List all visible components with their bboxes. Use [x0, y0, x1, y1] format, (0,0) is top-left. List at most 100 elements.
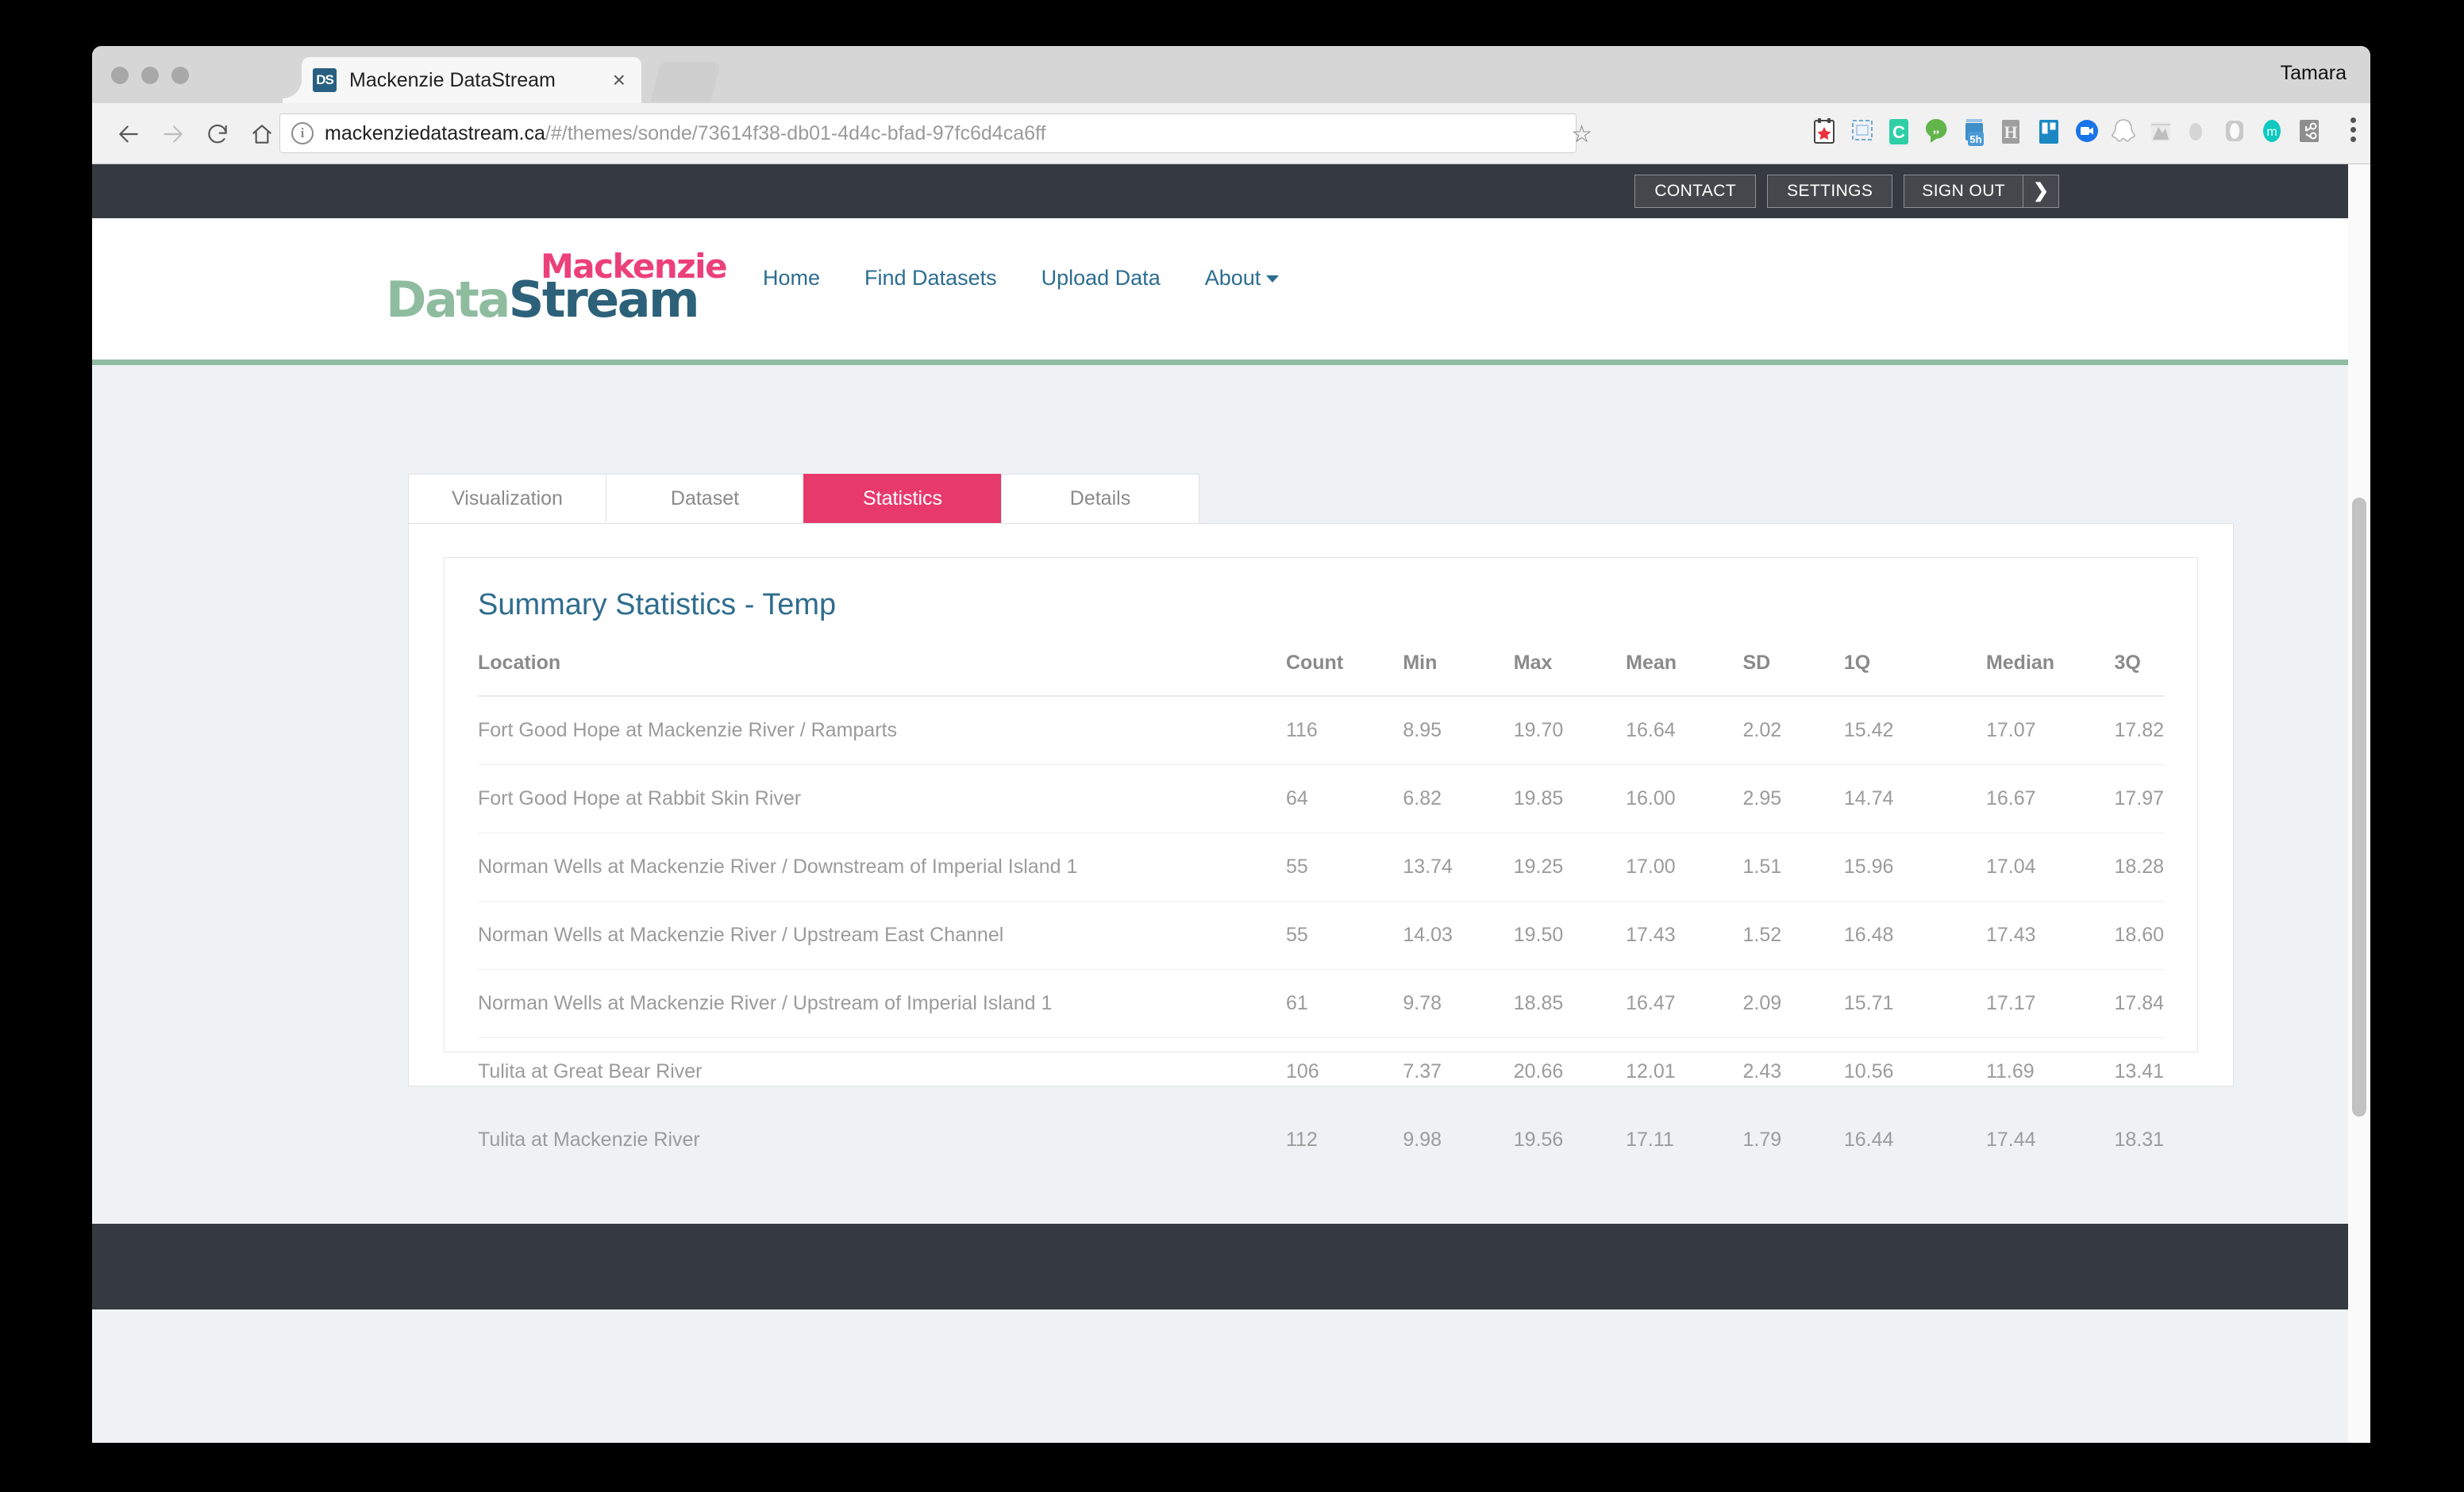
- minimize-window-button[interactable]: [141, 67, 159, 84]
- sign-out-button[interactable]: SIGN OUT ❯: [1904, 175, 2059, 208]
- tab-dataset[interactable]: Dataset: [606, 474, 804, 523]
- table-row: Norman Wells at Mackenzie River / Downst…: [478, 833, 2164, 902]
- close-window-button[interactable]: [111, 67, 129, 84]
- site-info-icon[interactable]: i: [291, 122, 314, 144]
- statistics-panel: Summary Statistics - Temp Location Count…: [408, 523, 2234, 1151]
- nav-item-about[interactable]: About: [1205, 266, 1280, 290]
- datastream-logo[interactable]: Mackenzie DataStream: [386, 247, 728, 329]
- nav-item-find-datasets[interactable]: Find Datasets: [864, 266, 997, 290]
- logo-datastream-text: DataStream: [386, 271, 700, 329]
- cell-sd: 1.52: [1742, 901, 1844, 970]
- cell-min: 9.78: [1403, 969, 1514, 1038]
- svg-text:,,: ,,: [1933, 122, 1939, 136]
- cell-max: 19.70: [1513, 696, 1627, 765]
- table-body: Fort Good Hope at Mackenzie River / Ramp…: [478, 696, 2164, 1174]
- chevron-right-icon[interactable]: ❯: [2023, 175, 2058, 207]
- table-header-row: Location Count Min Max Mean SD 1Q Median…: [478, 652, 2164, 697]
- nav-item-home[interactable]: Home: [763, 266, 820, 290]
- column-header-max: Max: [1513, 652, 1627, 697]
- browser-extension-icons: C ,, 5h H m: [1812, 114, 2324, 152]
- h-extension-icon[interactable]: H: [1999, 117, 2026, 149]
- cell-location: Fort Good Hope at Rabbit Skin River: [478, 764, 1286, 833]
- cell-mean: 17.11: [1626, 1129, 1674, 1151]
- cell-1q: 15.96: [1843, 833, 1986, 902]
- cell-3q: 18.31: [2114, 1129, 2164, 1151]
- cell-max: 19.25: [1513, 833, 1627, 902]
- reload-icon[interactable]: [198, 116, 237, 152]
- column-header-sd: SD: [1742, 652, 1844, 697]
- page-content: Visualization Dataset Statistics Details…: [92, 365, 2370, 1309]
- home-icon[interactable]: [243, 116, 281, 152]
- c-extension-icon[interactable]: C: [1887, 117, 1914, 149]
- calendar-extension-icon[interactable]: [1812, 117, 1839, 149]
- cell-sd: 2.09: [1742, 969, 1844, 1038]
- nav-item-upload-data-label: Upload Data: [1041, 266, 1161, 290]
- trello-extension-icon[interactable]: [2036, 117, 2063, 149]
- chrome-menu-icon[interactable]: [2350, 117, 2356, 142]
- ghost-extension-icon[interactable]: [2111, 117, 2138, 149]
- cell-mean: 17.43: [1626, 901, 1743, 970]
- cell-count: 55: [1285, 833, 1403, 902]
- table-row: Tulita at Mackenzie River 112 9.98 19.56 17.…: [478, 1106, 2164, 1175]
- grey-dot-extension-icon[interactable]: [2185, 117, 2212, 149]
- table-row: Fort Good Hope at Rabbit Skin River 64 6.8…: [478, 764, 2164, 833]
- cell-mean: 16.64: [1626, 696, 1743, 765]
- cell-1q: 10.56: [1843, 1037, 1986, 1106]
- quote-extension-icon[interactable]: ,,: [1924, 117, 1951, 149]
- cell-count: 64: [1285, 764, 1403, 833]
- svg-text:H: H: [2004, 122, 2017, 142]
- page-scrollbar-thumb[interactable]: [2352, 498, 2366, 1117]
- tab-statistics[interactable]: Statistics: [803, 474, 1002, 523]
- svg-text:5h: 5h: [1969, 133, 1981, 145]
- forward-arrow-icon[interactable]: [154, 116, 192, 152]
- contact-button[interactable]: CONTACT: [1634, 175, 1757, 208]
- cell-location: Tulita at Great Bear River: [478, 1037, 1286, 1106]
- table-header: Location Count Min Max Mean SD 1Q Median…: [478, 652, 2164, 697]
- settings-button[interactable]: SETTINGS: [1767, 175, 1893, 208]
- maximize-window-button[interactable]: [171, 67, 189, 84]
- tab-statistics-label: Statistics: [862, 487, 943, 510]
- chevron-down-icon: [1266, 275, 1280, 283]
- screenshot-extension-icon[interactable]: [1850, 117, 1877, 149]
- video-extension-icon[interactable]: [2073, 117, 2100, 149]
- close-tab-icon[interactable]: ×: [608, 69, 630, 91]
- address-bar-path: /#/themes/sonde/73614f38-db01-4d4c-bfad-…: [545, 121, 1046, 144]
- 5h-timer-extension-icon[interactable]: 5h: [1962, 117, 1989, 149]
- cell-3q: 18.60: [2114, 901, 2164, 970]
- window-user-label: Tamara: [2280, 62, 2347, 84]
- hubspot-extension-icon[interactable]: [2297, 117, 2324, 149]
- new-tab-button[interactable]: [650, 62, 722, 102]
- cell-3q: 17.84: [2114, 969, 2164, 1038]
- cell-1q: 15.42: [1843, 696, 1986, 765]
- site-footer: [92, 1224, 2370, 1309]
- back-arrow-icon[interactable]: [110, 116, 148, 152]
- cell-location: Norman Wells at Mackenzie River / Upstre…: [478, 901, 1286, 970]
- m-extension-icon[interactable]: m: [2260, 117, 2287, 149]
- cell-sd: 2.95: [1742, 764, 1844, 833]
- nav-item-about-label: About: [1204, 266, 1261, 290]
- utility-bar-buttons: CONTACT SETTINGS SIGN OUT ❯: [1634, 175, 2059, 208]
- cell-1q: 16.44: [1843, 1129, 1894, 1151]
- utility-bar: CONTACT SETTINGS SIGN OUT ❯: [92, 164, 2370, 218]
- oval-extension-icon[interactable]: [2223, 117, 2250, 149]
- cell-location: Fort Good Hope at Mackenzie River / Ramp…: [478, 696, 1286, 765]
- browser-tab[interactable]: DS Mackenzie DataStream ×: [283, 57, 641, 103]
- cell-3q: 18.28: [2114, 833, 2164, 902]
- address-bar[interactable]: i mackenziedatastream.ca/#/themes/sonde/…: [279, 113, 1577, 153]
- browser-tab-strip: DS Mackenzie DataStream × Tamara: [92, 46, 2370, 103]
- cell-median: 11.69: [1985, 1037, 2115, 1106]
- nav-item-upload-data[interactable]: Upload Data: [1041, 266, 1161, 290]
- cell-1q: 16.48: [1843, 901, 1986, 970]
- tab-visualization[interactable]: Visualization: [408, 474, 606, 523]
- column-header-1q: 1Q: [1843, 652, 1986, 697]
- cell-mean: 16.00: [1626, 764, 1743, 833]
- table-row: Fort Good Hope at Mackenzie River / Ramp…: [478, 696, 2164, 765]
- cell-max: 20.66: [1513, 1037, 1627, 1106]
- column-header-min: Min: [1403, 652, 1514, 697]
- cell-sd: 2.43: [1742, 1037, 1844, 1106]
- map-extension-icon[interactable]: [2148, 117, 2175, 149]
- tab-details[interactable]: Details: [1001, 474, 1199, 523]
- logo-stream-text: Stream: [508, 271, 700, 329]
- page-scrollbar[interactable]: [2348, 164, 2370, 1443]
- bookmark-star-icon[interactable]: ☆: [1571, 121, 1592, 148]
